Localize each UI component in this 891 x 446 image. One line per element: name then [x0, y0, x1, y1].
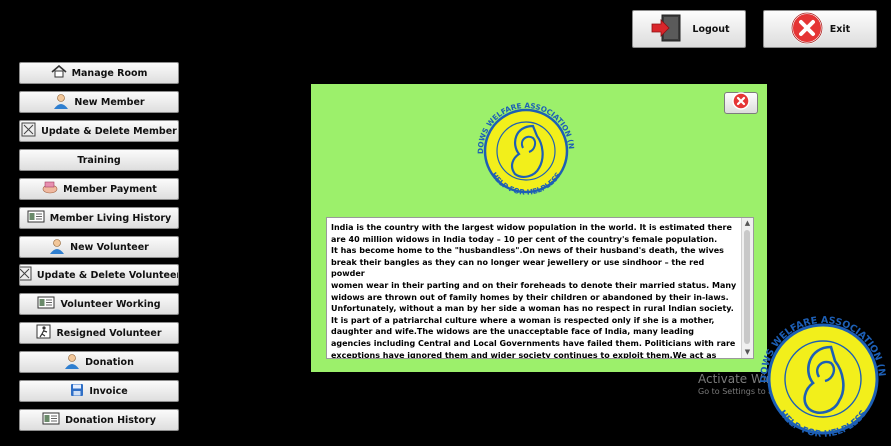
info-line: It is part of a patriarchal culture wher…	[331, 315, 715, 325]
info-text: India is the country with the largest wi…	[331, 222, 739, 359]
sidebar-item-donation[interactable]: Donation	[19, 351, 179, 373]
user-icon	[53, 93, 69, 112]
exit-label: Exit	[829, 23, 851, 35]
sidebar-item-label: Member Living History	[49, 212, 172, 224]
user-icon	[64, 353, 80, 372]
history-ledger-icon	[42, 412, 60, 428]
ngo-logo-large: WIDOWS WELFARE ASSOCIATION (NGO) HELP FO…	[740, 297, 891, 442]
sidebar-item-new-volunteer[interactable]: New Volunteer	[19, 236, 179, 258]
sidebar-item-label: Donation	[85, 356, 134, 368]
close-icon	[732, 92, 750, 114]
sidebar-item-label: New Member	[74, 96, 145, 108]
logout-door-icon	[648, 13, 686, 46]
info-text-area[interactable]: India is the country with the largest wi…	[326, 217, 754, 359]
sidebar-item-label: Update & Delete Member	[41, 125, 177, 137]
info-line: It has become home to the "husbandless".…	[331, 246, 724, 256]
sidebar-item-label: Update & Delete Volunteer	[36, 269, 179, 281]
scroll-up-arrow-icon[interactable]: ▲	[743, 218, 752, 229]
sidebar-item-new-member[interactable]: New Member	[19, 91, 179, 113]
sidebar-item-volunteer-working[interactable]: Volunteer Working	[19, 293, 179, 315]
logout-label: Logout	[692, 23, 730, 35]
history-ledger-icon	[27, 210, 45, 226]
history-ledger-icon	[37, 296, 55, 312]
info-line: India is the country with the largest wi…	[331, 223, 732, 232]
exit-close-icon	[790, 11, 824, 48]
sidebar-item-member-payment[interactable]: Member Payment	[19, 178, 179, 200]
floppy-disk-icon	[70, 383, 84, 400]
close-panel-button[interactable]	[724, 92, 758, 114]
info-line: break their bangles as they can no longe…	[331, 257, 705, 279]
edit-document-icon	[21, 122, 36, 140]
sidebar-item-manage-room[interactable]: Manage Room	[19, 62, 179, 84]
sidebar-item-training[interactable]: Training	[19, 149, 179, 171]
exit-button[interactable]: Exit	[763, 10, 877, 48]
sidebar-item-label: New Volunteer	[70, 241, 149, 253]
sidebar-item-member-living-history[interactable]: Member Living History	[19, 207, 179, 229]
ngo-logo: WIDOWS WELFARE ASSOCIATION (NGO) HELP FO…	[457, 81, 591, 214]
info-line: exceptions have ignored them and wider s…	[331, 350, 717, 359]
sidebar-item-label: Resigned Volunteer	[56, 327, 162, 339]
info-line: daughter and wife.The widows are the una…	[331, 327, 695, 337]
sidebar-item-donation-history[interactable]: Donation History	[19, 409, 179, 431]
info-line: widows are thrown out of family homes by…	[331, 292, 729, 302]
payment-hand-icon	[41, 180, 58, 198]
info-line: women wear in their parting and on their…	[331, 280, 737, 290]
sidebar-item-label: Training	[77, 154, 121, 166]
sidebar-item-label: Member Payment	[63, 183, 157, 195]
user-icon	[49, 238, 65, 257]
sidebar-item-update-delete-member[interactable]: Update & Delete Member	[19, 120, 179, 142]
sidebar-item-label: Volunteer Working	[60, 298, 161, 310]
sidebar-item-label: Invoice	[89, 385, 128, 397]
info-line: are 40 million widows in India today – 1…	[331, 234, 718, 244]
edit-document-icon	[20, 266, 32, 284]
sidebar-item-invoice[interactable]: Invoice	[19, 380, 179, 402]
home-icon	[51, 64, 67, 81]
info-panel: WIDOWS WELFARE ASSOCIATION (NGO) HELP FO…	[311, 81, 767, 372]
resign-figure-icon	[36, 324, 51, 342]
sidebar-item-resigned-volunteer[interactable]: Resigned Volunteer	[19, 322, 179, 344]
sidebar-item-update-delete-volunteer[interactable]: Update & Delete Volunteer	[19, 264, 179, 286]
sidebar-item-label: Manage Room	[71, 67, 148, 79]
logout-button[interactable]: Logout	[632, 10, 746, 48]
info-line: Unfortunately, without a man by her side…	[331, 304, 734, 314]
info-line: agencies including Central and Local Gov…	[331, 338, 736, 348]
sidebar-item-label: Donation History	[65, 414, 156, 426]
